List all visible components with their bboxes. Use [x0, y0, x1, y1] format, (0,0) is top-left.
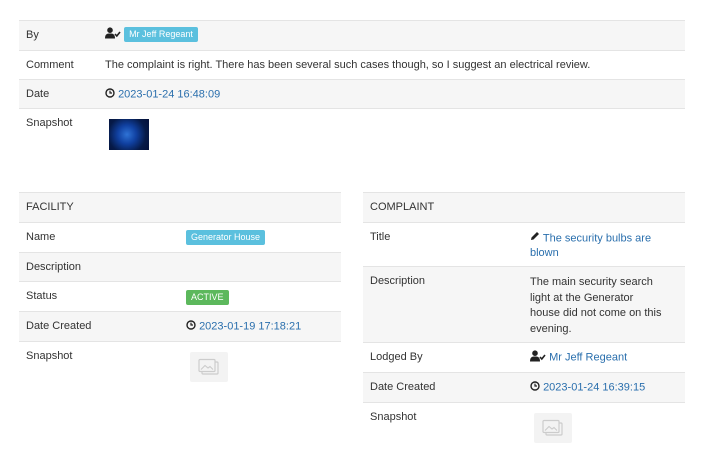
complaint-title-value[interactable]: The security bulbs are blown [530, 231, 651, 261]
snapshot-thumbnail[interactable] [109, 119, 149, 150]
snapshot-label: Snapshot [26, 117, 73, 129]
date-label: Date [26, 88, 50, 100]
complaint-description-line3: house did not come on this [530, 307, 662, 319]
complaint-title-line1: The security bulbs are [542, 232, 652, 245]
facility-header-row: FACILITY [19, 192, 341, 222]
complaint-description-line1: The main security search [530, 276, 653, 288]
complaint-lodged-by-value[interactable]: Mr Jeff Regeant [530, 350, 627, 365]
comment-label: Comment [26, 59, 74, 71]
complaint-snapshot-placeholder[interactable] [534, 413, 572, 443]
image-placeholder-icon [542, 419, 563, 436]
facility-row-description: Description [19, 252, 341, 281]
facility-row-snapshot: Snapshot [19, 341, 341, 391]
user-check-icon [105, 27, 121, 42]
complaint-date-created-label: Date Created [370, 381, 436, 393]
clock-icon [186, 320, 196, 333]
complaint-date-link[interactable]: 2023-01-24 16:39:15 [543, 381, 645, 393]
lodged-by-link: Mr Jeff Regeant [549, 351, 628, 364]
facility-name-label: Name [26, 231, 56, 243]
clock-icon [530, 381, 540, 394]
facility-snapshot-placeholder[interactable] [190, 352, 228, 382]
comment-row-snapshot: Snapshot [19, 108, 685, 164]
facility-date-link[interactable]: 2023-01-19 17:18:21 [199, 320, 301, 332]
comment-row-comment: Comment The complaint is right. There ha… [19, 50, 685, 79]
complaint-date-created-value: 2023-01-24 16:39:15 [530, 381, 645, 394]
facility-row-status: Status ACTIVE [19, 281, 341, 311]
user-check-icon [530, 350, 546, 365]
facility-date-created-label: Date Created [26, 320, 92, 332]
complaint-snapshot-label: Snapshot [370, 411, 417, 423]
facility-date-created-value: 2023-01-19 17:18:21 [186, 320, 301, 333]
complaint-row-title: Title The security bulbs are blown [363, 222, 685, 266]
facility-name-badge[interactable]: Generator House [186, 230, 266, 245]
facility-row-date-created: Date Created 2023-01-19 17:18:21 [19, 311, 341, 341]
date-link[interactable]: 2023-01-24 16:48:09 [118, 88, 220, 100]
author-badge[interactable]: Mr Jeff Regeant [124, 27, 198, 42]
by-value: Mr Jeff Regeant [105, 27, 198, 42]
facility-status-label: Status [26, 290, 58, 302]
facility-snapshot-label: Snapshot [26, 350, 73, 362]
complaint-header-row: COMPLAINT [363, 192, 685, 222]
complaint-row-description: Description The main security search lig… [363, 266, 685, 342]
comment-row-date: Date 2023-01-24 16:48:09 [19, 79, 685, 108]
date-value: 2023-01-24 16:48:09 [105, 88, 220, 101]
comment-row-by: By Mr Jeff Regeant [19, 20, 685, 50]
facility-row-name: Name Generator House [19, 222, 341, 252]
complaint-header: COMPLAINT [370, 201, 435, 213]
complaint-row-lodged-by: Lodged By Mr Jeff Regeant [363, 342, 685, 372]
complaint-description-line2: light at the Generator [530, 291, 634, 304]
complaint-description-line4: evening. [530, 322, 572, 335]
complaint-title-label: Title [370, 231, 391, 243]
complaint-row-snapshot: Snapshot [363, 402, 685, 452]
comment-text: The complaint is right. There has been s… [105, 59, 591, 71]
complaint-description-value: The main security search light at the Ge… [530, 275, 661, 337]
complaint-description-label: Description [370, 275, 426, 287]
by-label: By [26, 29, 39, 41]
facility-description-label: Description [26, 261, 82, 273]
status-badge: ACTIVE [186, 290, 229, 305]
complaint-row-date-created: Date Created 2023-01-24 16:39:15 [363, 372, 685, 402]
image-placeholder-icon [198, 358, 219, 375]
pencil-icon [530, 231, 540, 246]
facility-header: FACILITY [26, 201, 74, 213]
complaint-lodged-by-label: Lodged By [370, 351, 423, 363]
clock-icon [105, 88, 115, 101]
complaint-title-line2: blown [530, 247, 559, 260]
